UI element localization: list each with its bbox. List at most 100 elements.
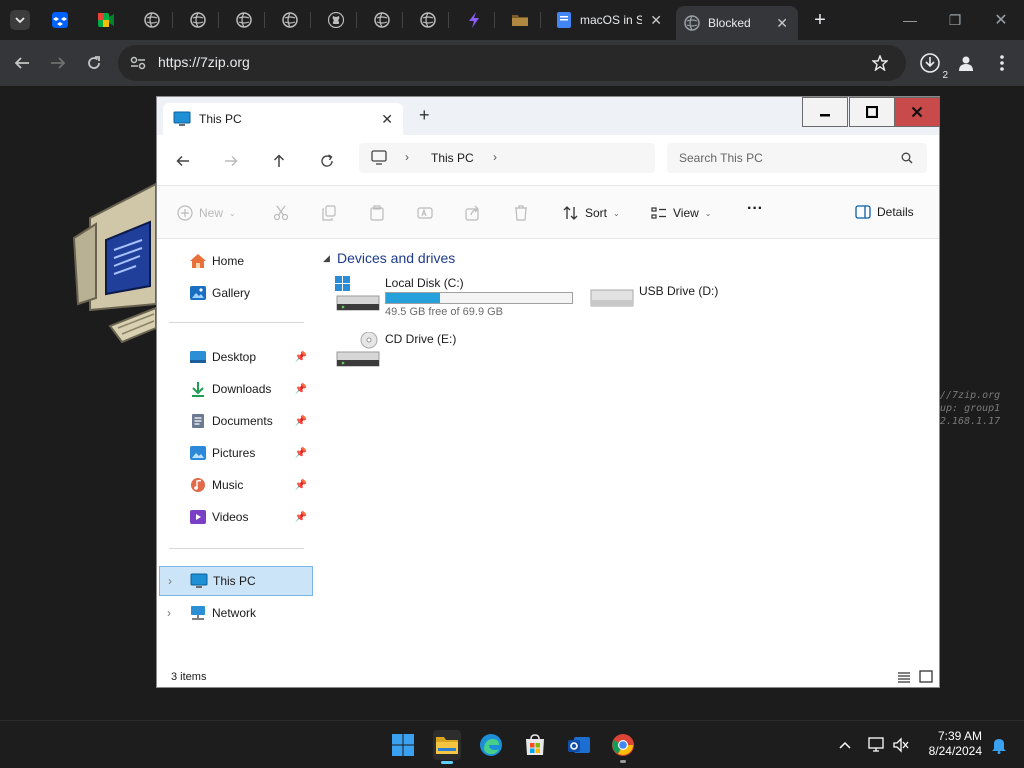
pin-icon[interactable]: 📌: [295, 512, 307, 523]
drive-item-e[interactable]: CD Drive (E:): [335, 332, 535, 376]
tab-github[interactable]: [327, 11, 345, 29]
back-button[interactable]: [10, 51, 34, 75]
drive-free-space: 49.5 GB free of 69.9 GB: [385, 306, 504, 318]
explorer-up-button[interactable]: [269, 151, 289, 171]
pin-icon[interactable]: 📌: [295, 352, 307, 363]
explorer-back-button[interactable]: [173, 151, 193, 171]
paste-button[interactable]: [369, 205, 385, 221]
breadcrumb-this-pc[interactable]: This PC: [431, 151, 474, 165]
close-icon[interactable]: ✕: [381, 111, 393, 128]
sidebar-item-gallery[interactable]: Gallery: [159, 278, 313, 308]
document-icon: [557, 12, 571, 28]
explorer-command-bar: New ⌄ Sort ⌄ View ⌄ ··· Details: [157, 185, 939, 239]
sidebar-item-network[interactable]: › Network: [159, 598, 313, 628]
cut-button[interactable]: [273, 205, 289, 221]
reload-button[interactable]: [82, 51, 106, 75]
pin-icon[interactable]: 📌: [295, 448, 307, 459]
explorer-search-box[interactable]: Search This PC: [667, 143, 927, 173]
rename-button[interactable]: [417, 205, 433, 221]
sidebar-item-this-pc[interactable]: › This PC: [159, 566, 313, 596]
sidebar-item-videos[interactable]: Videos 📌: [159, 502, 313, 532]
network-status-button[interactable]: [864, 732, 890, 758]
tab-macos[interactable]: macOS in S ✕: [548, 6, 672, 34]
pin-icon[interactable]: 📌: [295, 480, 307, 491]
usb-drive-icon: [590, 289, 634, 307]
sidebar-item-downloads[interactable]: Downloads 📌: [159, 374, 313, 404]
taskbar-edge[interactable]: [478, 732, 504, 758]
new-explorer-tab-button[interactable]: +: [419, 105, 430, 126]
explorer-close-button[interactable]: [894, 97, 940, 127]
drive-item-c[interactable]: Local Disk (C:) 49.5 GB free of 69.9 GB: [335, 276, 595, 320]
taskbar-store[interactable]: [522, 732, 548, 758]
delete-button[interactable]: [513, 205, 529, 221]
show-hidden-icons-button[interactable]: [832, 732, 858, 758]
bookmark-button[interactable]: [868, 51, 892, 75]
close-window-button[interactable]: ✕: [987, 8, 1015, 32]
pin-icon[interactable]: 📌: [295, 416, 307, 427]
tab-globe-5[interactable]: [373, 11, 391, 29]
section-header-devices[interactable]: Devices and drives: [337, 250, 455, 266]
view-button[interactable]: View ⌄: [651, 205, 712, 221]
chevron-down-icon: ⌄: [613, 208, 620, 218]
explorer-maximize-button[interactable]: [849, 97, 895, 127]
share-button[interactable]: [465, 205, 481, 221]
profile-button[interactable]: [954, 51, 978, 75]
tab-search-button[interactable]: [10, 10, 30, 30]
new-button[interactable]: New ⌄: [177, 205, 236, 221]
tab-globe-3[interactable]: [235, 11, 253, 29]
copy-button[interactable]: [321, 205, 337, 221]
explorer-refresh-button[interactable]: [317, 151, 337, 171]
close-icon[interactable]: ✕: [650, 12, 662, 29]
sidebar-item-label: Gallery: [212, 286, 251, 300]
dropbox-icon: [52, 12, 68, 28]
details-pane-button[interactable]: Details: [855, 205, 914, 219]
minimize-button[interactable]: —: [896, 8, 924, 32]
close-icon[interactable]: ✕: [776, 15, 788, 32]
sidebar-item-documents[interactable]: Documents 📌: [159, 406, 313, 436]
volume-button[interactable]: [888, 732, 914, 758]
tab-globe-1[interactable]: [143, 11, 161, 29]
start-button[interactable]: [390, 732, 416, 758]
chevron-right-icon[interactable]: ›: [167, 606, 171, 620]
forward-button[interactable]: [46, 51, 70, 75]
sidebar-item-pictures[interactable]: Pictures 📌: [159, 438, 313, 468]
explorer-minimize-button[interactable]: [802, 97, 848, 127]
menu-button[interactable]: [990, 51, 1014, 75]
tab-globe-6[interactable]: [419, 11, 437, 29]
url-text[interactable]: https://7zip.org: [158, 54, 250, 70]
pin-icon[interactable]: 📌: [295, 384, 307, 395]
sort-button[interactable]: Sort ⌄: [563, 205, 620, 221]
tab-blocked[interactable]: Blocked ✕: [676, 6, 798, 40]
system-clock[interactable]: 7:39 AM 8/24/2024: [929, 729, 982, 759]
chevron-right-icon[interactable]: ›: [168, 574, 172, 588]
explorer-forward-button[interactable]: [221, 151, 241, 171]
tab-globe-2[interactable]: [189, 11, 207, 29]
more-options-button[interactable]: ···: [747, 200, 763, 218]
taskbar-chrome[interactable]: [610, 732, 636, 763]
pinned-tab-meet[interactable]: [97, 11, 115, 29]
restore-button[interactable]: ❐: [941, 8, 969, 32]
tab-lightning[interactable]: [465, 11, 483, 29]
explorer-address-bar[interactable]: › This PC ›: [359, 143, 655, 173]
tab-folder[interactable]: [511, 11, 529, 29]
explorer-tab[interactable]: This PC ✕: [163, 103, 403, 135]
details-label: Details: [877, 205, 914, 219]
chevron-right-icon[interactable]: ›: [493, 150, 497, 164]
sidebar-item-desktop[interactable]: Desktop 📌: [159, 342, 313, 372]
drive-item-d[interactable]: USB Drive (D:): [589, 284, 789, 328]
taskbar-file-explorer[interactable]: [433, 730, 461, 764]
new-tab-button[interactable]: +: [806, 8, 834, 32]
details-view-icon[interactable]: [897, 671, 911, 683]
pinned-tab-dropbox[interactable]: [51, 11, 69, 29]
tab-globe-4[interactable]: [281, 11, 299, 29]
collapse-chevron-icon[interactable]: ◢: [323, 253, 330, 264]
site-info-button[interactable]: [126, 51, 150, 75]
downloads-button[interactable]: 2: [918, 51, 948, 81]
sidebar-item-home[interactable]: Home: [159, 246, 313, 276]
sidebar-item-music[interactable]: Music 📌: [159, 470, 313, 500]
notifications-button[interactable]: [986, 732, 1012, 758]
sidebar-item-label: Videos: [212, 510, 249, 524]
taskbar-outlook[interactable]: [566, 732, 592, 758]
tiles-view-icon[interactable]: [919, 670, 933, 683]
explorer-title-bar: This PC ✕ +: [157, 97, 940, 135]
